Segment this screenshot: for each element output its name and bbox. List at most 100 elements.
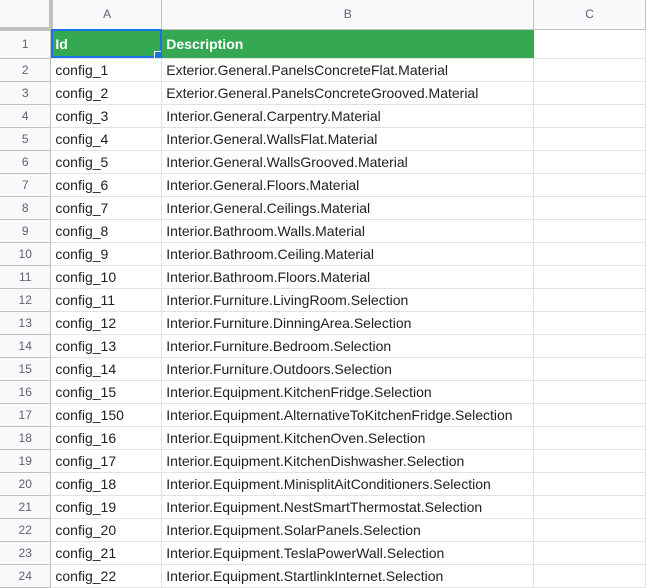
cell-c1[interactable]: [533, 29, 646, 59]
row-header[interactable]: 5: [0, 127, 52, 151]
cell-empty[interactable]: [533, 518, 646, 542]
cell-description[interactable]: Interior.Equipment.KitchenDishwasher.Sel…: [161, 449, 535, 473]
cell-description[interactable]: Interior.Bathroom.Ceiling.Material: [161, 242, 535, 266]
cell-description[interactable]: Interior.General.Carpentry.Material: [161, 104, 535, 128]
cell-empty[interactable]: [533, 104, 646, 128]
row-header[interactable]: 6: [0, 150, 52, 174]
fill-handle[interactable]: [154, 50, 161, 57]
cell-id[interactable]: config_9: [50, 242, 163, 266]
cell-id[interactable]: config_21: [50, 541, 163, 565]
cell-empty[interactable]: [533, 311, 646, 335]
cell-description[interactable]: Interior.Equipment.SolarPanels.Selection: [161, 518, 535, 542]
cell-empty[interactable]: [533, 380, 646, 404]
cell-empty[interactable]: [533, 288, 646, 312]
cell-id[interactable]: config_16: [50, 426, 163, 450]
row-header[interactable]: 14: [0, 334, 52, 358]
cell-a1-id-header[interactable]: Id: [50, 29, 163, 59]
cell-description[interactable]: Interior.Equipment.KitchenOven.Selection: [161, 426, 535, 450]
row-header[interactable]: 4: [0, 104, 52, 128]
cell-description[interactable]: Interior.Furniture.LivingRoom.Selection: [161, 288, 535, 312]
row-header[interactable]: 9: [0, 219, 52, 243]
cell-description[interactable]: Interior.Bathroom.Walls.Material: [161, 219, 535, 243]
cell-description[interactable]: Exterior.General.PanelsConcreteGrooved.M…: [161, 81, 535, 105]
row-header[interactable]: 22: [0, 518, 52, 542]
cell-empty[interactable]: [533, 150, 646, 174]
cell-description[interactable]: Interior.Furniture.Outdoors.Selection: [161, 357, 535, 381]
cell-description[interactable]: Interior.Equipment.NestSmartThermostat.S…: [161, 495, 535, 519]
cell-id[interactable]: config_8: [50, 219, 163, 243]
column-header-c[interactable]: C: [533, 0, 646, 30]
row-header[interactable]: 20: [0, 472, 52, 496]
cell-description[interactable]: Interior.General.WallsFlat.Material: [161, 127, 535, 151]
cell-id[interactable]: config_11: [50, 288, 163, 312]
row-header[interactable]: 23: [0, 541, 52, 565]
cell-id[interactable]: config_7: [50, 196, 163, 220]
row-header[interactable]: 11: [0, 265, 52, 289]
cell-empty[interactable]: [533, 81, 646, 105]
row-header[interactable]: 24: [0, 564, 52, 588]
cell-empty[interactable]: [533, 357, 646, 381]
cell-description[interactable]: Interior.Equipment.KitchenFridge.Selecti…: [161, 380, 535, 404]
row-header[interactable]: 1: [0, 29, 52, 59]
cell-description[interactable]: Interior.Equipment.TeslaPowerWall.Select…: [161, 541, 535, 565]
cell-description[interactable]: Interior.Furniture.Bedroom.Selection: [161, 334, 535, 358]
cell-id[interactable]: config_6: [50, 173, 163, 197]
cell-id[interactable]: config_17: [50, 449, 163, 473]
row-header[interactable]: 15: [0, 357, 52, 381]
cell-empty[interactable]: [533, 242, 646, 266]
row-header[interactable]: 13: [0, 311, 52, 335]
cell-id[interactable]: config_4: [50, 127, 163, 151]
cell-description[interactable]: Interior.General.Ceilings.Material: [161, 196, 535, 220]
cell-b1-description-header[interactable]: Description: [161, 29, 535, 59]
row-header[interactable]: 18: [0, 426, 52, 450]
cell-empty[interactable]: [533, 564, 646, 588]
cell-description[interactable]: Interior.General.WallsGrooved.Material: [161, 150, 535, 174]
row-header[interactable]: 16: [0, 380, 52, 404]
cell-id[interactable]: config_14: [50, 357, 163, 381]
cell-empty[interactable]: [533, 127, 646, 151]
cell-description[interactable]: Interior.Furniture.DinningArea.Selection: [161, 311, 535, 335]
cell-description[interactable]: Interior.Equipment.StartlinkInternet.Sel…: [161, 564, 535, 588]
cell-empty[interactable]: [533, 495, 646, 519]
cell-id[interactable]: config_10: [50, 265, 163, 289]
cell-id[interactable]: config_20: [50, 518, 163, 542]
row-header[interactable]: 19: [0, 449, 52, 473]
cell-id[interactable]: config_13: [50, 334, 163, 358]
cell-empty[interactable]: [533, 219, 646, 243]
cell-id[interactable]: config_3: [50, 104, 163, 128]
select-all-corner[interactable]: [0, 0, 53, 31]
cell-empty[interactable]: [533, 541, 646, 565]
cell-description[interactable]: Interior.Equipment.AlternativeToKitchenF…: [161, 403, 535, 427]
cell-description[interactable]: Interior.Bathroom.Floors.Material: [161, 265, 535, 289]
cell-empty[interactable]: [533, 265, 646, 289]
row-header[interactable]: 21: [0, 495, 52, 519]
cell-id[interactable]: config_19: [50, 495, 163, 519]
column-header-b[interactable]: B: [161, 0, 535, 30]
row-header[interactable]: 12: [0, 288, 52, 312]
cell-description[interactable]: Interior.General.Floors.Material: [161, 173, 535, 197]
cell-id[interactable]: config_5: [50, 150, 163, 174]
cell-id[interactable]: config_2: [50, 81, 163, 105]
cell-id[interactable]: config_15: [50, 380, 163, 404]
cell-description[interactable]: Interior.Equipment.MinisplitAitCondition…: [161, 472, 535, 496]
cell-empty[interactable]: [533, 196, 646, 220]
row-header[interactable]: 7: [0, 173, 52, 197]
row-header[interactable]: 8: [0, 196, 52, 220]
cell-id[interactable]: config_12: [50, 311, 163, 335]
cell-empty[interactable]: [533, 426, 646, 450]
cell-id[interactable]: config_1: [50, 58, 163, 82]
cell-empty[interactable]: [533, 58, 646, 82]
cell-id[interactable]: config_22: [50, 564, 163, 588]
cell-empty[interactable]: [533, 472, 646, 496]
cell-empty[interactable]: [533, 449, 646, 473]
row-header[interactable]: 10: [0, 242, 52, 266]
row-header[interactable]: 2: [0, 58, 52, 82]
row-header[interactable]: 17: [0, 403, 52, 427]
cell-empty[interactable]: [533, 403, 646, 427]
cell-empty[interactable]: [533, 334, 646, 358]
cell-empty[interactable]: [533, 173, 646, 197]
cell-id[interactable]: config_18: [50, 472, 163, 496]
row-header[interactable]: 3: [0, 81, 52, 105]
cell-id[interactable]: config_150: [50, 403, 163, 427]
cell-description[interactable]: Exterior.General.PanelsConcreteFlat.Mate…: [161, 58, 535, 82]
